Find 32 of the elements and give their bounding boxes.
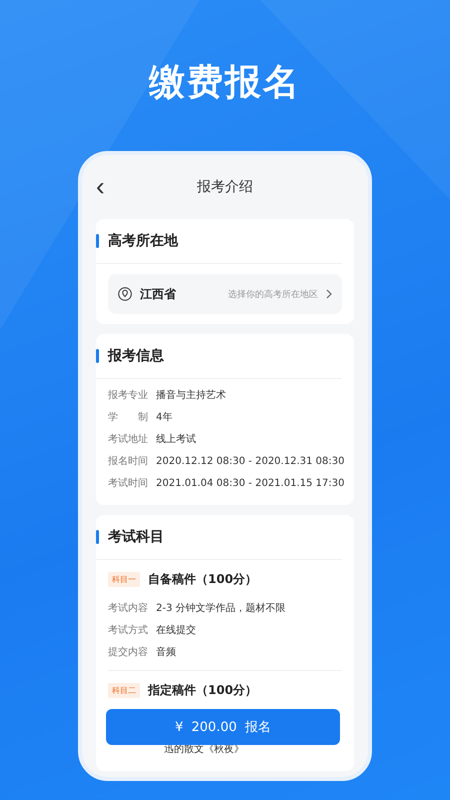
province-value: 江西省 [140, 286, 177, 302]
field-label: 考试地址 [108, 432, 148, 447]
screen-title: 报考介绍 [197, 178, 253, 196]
region-hint: 选择你的高考所在地区 [228, 288, 318, 300]
subject-tag: 科目一 [108, 572, 140, 586]
field-label: 报名时间 [108, 454, 148, 469]
subject-name: 自备稿件（100分） [148, 570, 258, 588]
subject-name: 指定稿件（100分） [148, 682, 258, 698]
back-button[interactable]: ‹ [92, 173, 109, 199]
page-headline: 缴费报名 [149, 61, 301, 105]
field-label: 考试方式 [108, 624, 148, 638]
section-title: 高考所在地 [108, 232, 178, 250]
section-title: 考试科目 [108, 528, 164, 546]
field-value: 播音与主持艺术 [156, 388, 226, 403]
field-value: 2021.01.04 08:30 - 2021.01.15 17:30 [156, 477, 344, 491]
region-picker[interactable]: 江西省 选择你的高考所在地区 [108, 274, 342, 314]
field-label: 报考专业 [108, 388, 148, 403]
section-title: 报考信息 [108, 347, 164, 365]
field-value: 音频 [156, 646, 176, 660]
pay-register-button[interactable]: ¥ 200.00 报名 [106, 709, 340, 745]
location-pin-icon [118, 287, 132, 301]
field-label: 提交内容 [108, 646, 148, 660]
field-label: 考试内容 [108, 602, 148, 616]
field-label: 考试时间 [108, 476, 148, 491]
field-value: 4年 [156, 411, 172, 425]
field-label: 学 制 [108, 410, 148, 425]
field-value: 线上考试 [156, 432, 196, 447]
chevron-right-icon [326, 289, 332, 299]
field-value: 2-3 分钟文学作品，题材不限 [156, 602, 286, 616]
field-value: 2020.12.12 08:30 - 2020.12.31 08:30 [156, 455, 344, 469]
field-value: 在线提交 [156, 624, 196, 638]
subject-tag: 科目二 [108, 682, 140, 698]
